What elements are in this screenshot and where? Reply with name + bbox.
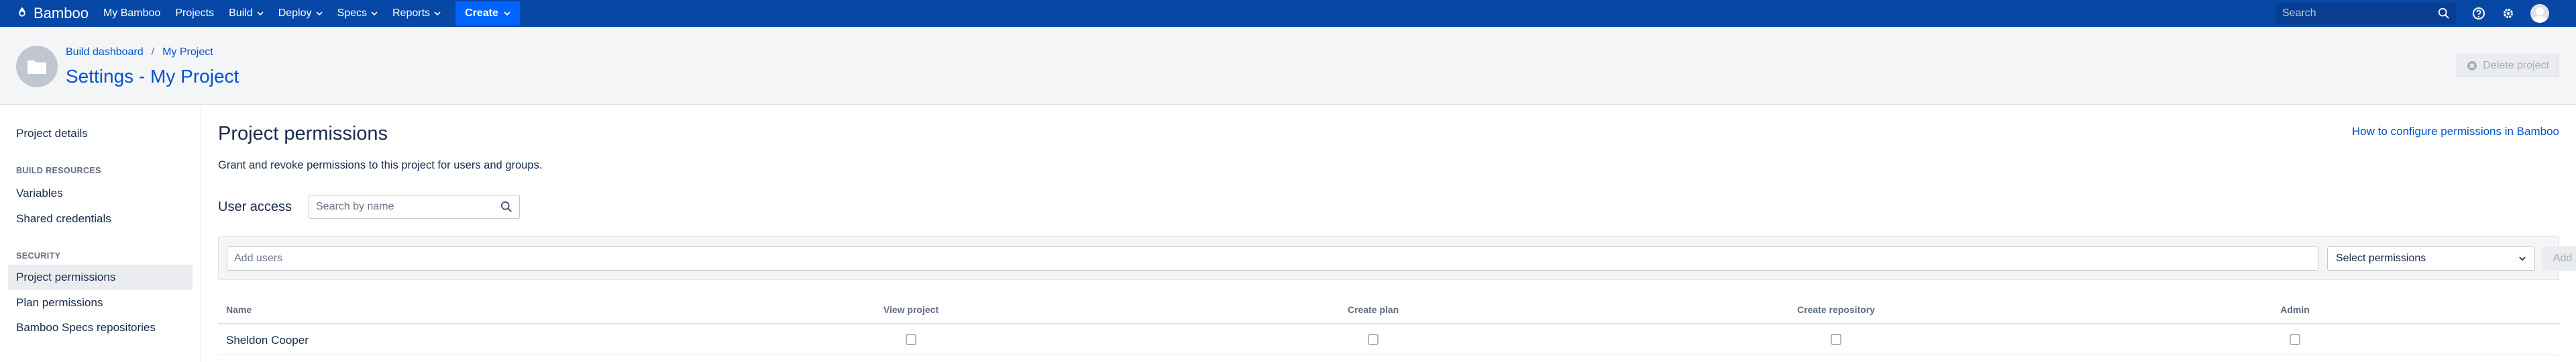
sidebar-item-shared-credentials[interactable]: Shared credentials (8, 206, 193, 232)
column-header-admin: Admin (2280, 304, 2310, 315)
sidebar-item-label: Project details (16, 127, 88, 140)
top-navigation-bar: Bamboo My Bamboo Projects Build Deploy S… (0, 0, 2576, 27)
section-title: Project permissions (218, 123, 388, 144)
user-access-label: User access (218, 199, 292, 214)
sidebar-heading-security: SECURITY (16, 251, 61, 261)
column-header-view-project: View project (883, 304, 939, 315)
help-permissions-link[interactable]: How to configure permissions in Bamboo (2352, 125, 2559, 138)
help-icon[interactable] (2471, 6, 2486, 21)
admin-checkbox[interactable] (2290, 334, 2300, 345)
view-project-checkbox[interactable] (906, 334, 916, 345)
sidebar-item-bamboo-specs-repositories[interactable]: Bamboo Specs repositories (8, 315, 193, 341)
nav-my-bamboo-label: My Bamboo (103, 7, 161, 19)
add-users-placeholder: Add users (234, 253, 283, 264)
create-repository-checkbox[interactable] (1831, 334, 1841, 345)
column-header-name: Name (226, 304, 252, 315)
sidebar-item-plan-permissions[interactable]: Plan permissions (8, 290, 193, 316)
gear-icon[interactable] (2501, 6, 2516, 21)
add-users-input[interactable]: Add users (227, 246, 2318, 271)
column-header-create-repository: Create repository (1797, 304, 1875, 315)
permissions-table: Name View project Create plan Create rep… (218, 293, 2559, 355)
breadcrumb-my-project[interactable]: My Project (162, 46, 213, 58)
user-name: Sheldon Cooper (226, 334, 309, 347)
breadcrumb: Build dashboard / My Project (66, 46, 213, 58)
delete-project-label: Delete project (2483, 60, 2549, 71)
chevron-down-icon (371, 11, 378, 16)
nav-right-group: Search (2275, 0, 2576, 27)
nav-reports-label: Reports (392, 7, 431, 19)
breadcrumb-build-dashboard[interactable]: Build dashboard (66, 46, 144, 58)
nav-build[interactable]: Build (229, 0, 264, 27)
nav-reports[interactable]: Reports (392, 0, 441, 27)
logo-text: Bamboo (34, 5, 89, 21)
global-search-placeholder: Search (2282, 7, 2316, 19)
nav-projects[interactable]: Projects (175, 0, 214, 27)
close-circle-icon (2467, 61, 2477, 71)
table-header: Name View project Create plan Create rep… (218, 293, 2559, 324)
add-button[interactable]: Add (2542, 246, 2576, 271)
chevron-down-icon (434, 11, 441, 16)
table-row: Sheldon Cooper (218, 324, 2559, 355)
delete-project-button[interactable]: Delete project (2457, 54, 2559, 77)
chevron-down-icon (315, 11, 323, 16)
search-by-name-input[interactable]: Search by name (309, 195, 520, 219)
column-header-create-plan: Create plan (1347, 304, 1399, 315)
settings-sidebar: Project details BUILD RESOURCES Variable… (0, 105, 201, 362)
nav-specs-label: Specs (337, 7, 367, 19)
chevron-down-icon (2519, 257, 2526, 261)
nav-build-label: Build (229, 7, 253, 19)
sidebar-item-project-details[interactable]: Project details (8, 121, 193, 146)
select-permissions-dropdown[interactable]: Select permissions (2327, 246, 2535, 271)
page-title: Settings - My Project (66, 66, 239, 87)
sidebar-item-label: Plan permissions (16, 296, 103, 309)
main-content: Project permissions How to configure per… (202, 105, 2576, 362)
create-button[interactable]: Create (455, 1, 520, 26)
user-avatar[interactable] (2530, 4, 2549, 23)
select-permissions-value: Select permissions (2336, 253, 2426, 264)
search-by-name-placeholder: Search by name (316, 201, 394, 212)
bamboo-logo[interactable]: Bamboo (15, 0, 89, 27)
page-header: Build dashboard / My Project Settings - … (0, 27, 2576, 105)
add-button-label: Add (2553, 253, 2573, 264)
sidebar-heading-build-resources: BUILD RESOURCES (16, 166, 101, 175)
create-plan-checkbox[interactable] (1368, 334, 1379, 345)
project-avatar (16, 46, 58, 87)
nav-specs[interactable]: Specs (337, 0, 378, 27)
add-users-panel: Add users Select permissions Add (218, 236, 2576, 280)
chevron-down-icon (504, 11, 511, 16)
sidebar-item-label: Variables (16, 187, 63, 199)
nav-my-bamboo[interactable]: My Bamboo (103, 0, 160, 27)
sidebar-item-label: Project permissions (16, 271, 116, 283)
bamboo-logo-icon (19, 7, 25, 17)
section-description: Grant and revoke permissions to this pro… (218, 159, 543, 171)
breadcrumb-separator: / (151, 46, 155, 58)
search-icon (500, 201, 512, 212)
sidebar-item-label: Shared credentials (16, 212, 111, 225)
nav-deploy[interactable]: Deploy (278, 0, 323, 27)
sidebar-item-variables[interactable]: Variables (8, 181, 193, 206)
chevron-down-icon (257, 11, 264, 16)
global-search-input[interactable]: Search (2275, 3, 2457, 24)
sidebar-item-project-permissions[interactable]: Project permissions (8, 265, 193, 290)
nav-deploy-label: Deploy (278, 7, 312, 19)
sidebar-item-label: Bamboo Specs repositories (16, 321, 156, 334)
search-icon (2438, 7, 2449, 19)
nav-projects-label: Projects (175, 7, 215, 19)
create-button-label: Create (465, 7, 498, 19)
folder-icon (28, 60, 46, 74)
